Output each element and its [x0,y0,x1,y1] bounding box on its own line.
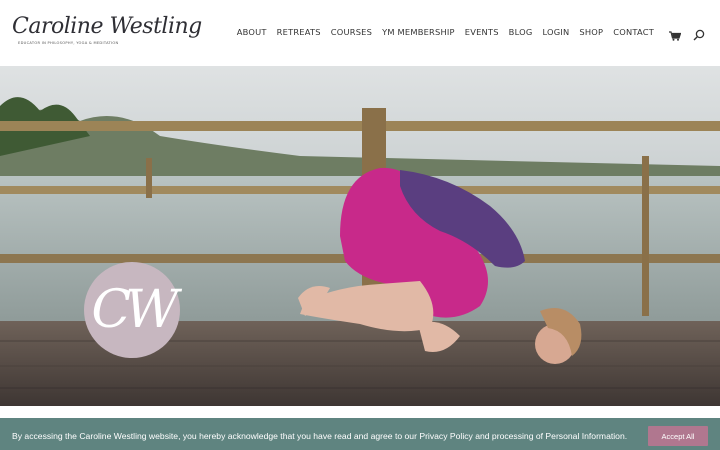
logo-name: Caroline Westling [12,14,202,39]
nav-item-contact[interactable]: CONTACT [613,27,654,37]
nav-item-blog[interactable]: BLOG [509,27,533,37]
shopping-cart-icon[interactable] [669,28,682,41]
monogram-badge: CW [84,262,180,358]
hero-image: CW [0,66,720,406]
main-nav: ABOUT RETREATS COURSES YM MEMBERSHIP EVE… [237,27,654,37]
content-strip [0,406,720,418]
search-icon[interactable] [693,28,705,41]
nav-item-retreats[interactable]: RETREATS [277,27,321,37]
site-logo[interactable]: Caroline Westling Educator in Philosophy… [12,14,202,50]
cookie-consent-bar: By accessing the Caroline Westling websi… [0,418,720,450]
nav-item-login[interactable]: LOGIN [542,27,569,37]
nav-item-about[interactable]: ABOUT [237,27,267,37]
cookie-message: By accessing the Caroline Westling websi… [12,431,628,441]
nav-item-courses[interactable]: COURSES [331,27,372,37]
badge-monogram: CW [91,280,178,340]
accept-all-button[interactable]: Accept All [648,426,708,446]
nav-item-shop[interactable]: SHOP [579,27,603,37]
nav-item-events[interactable]: EVENTS [465,27,499,37]
site-header: Caroline Westling Educator in Philosophy… [0,0,720,66]
nav-item-ym-membership[interactable]: YM MEMBERSHIP [382,27,455,37]
logo-tagline: Educator in Philosophy, Yoga & Meditatio… [18,41,119,45]
